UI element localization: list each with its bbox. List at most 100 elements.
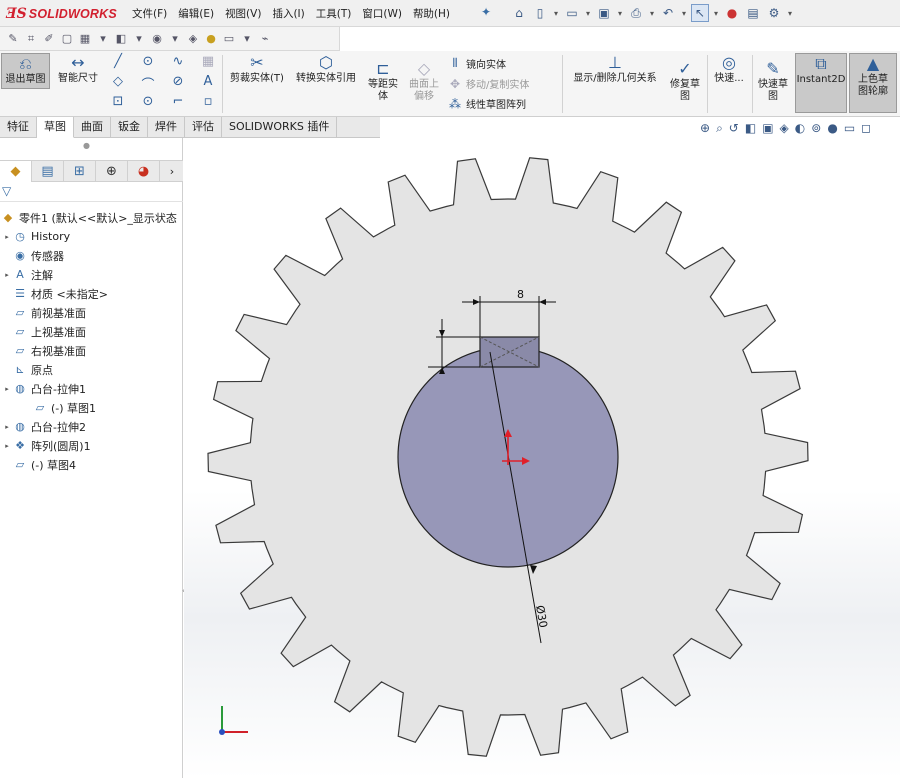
tree-item[interactable]: ▸ A 注解 — [0, 265, 183, 284]
rapid-sketch-button[interactable]: ✎ 快速草 图 — [754, 59, 792, 109]
appearance-icon[interactable]: ◈ — [186, 32, 200, 45]
chevron-down-icon[interactable]: ▾ — [168, 32, 182, 45]
tab-addins[interactable]: SOLIDWORKS 插件 — [222, 117, 338, 138]
menu-tools[interactable]: 工具(T) — [316, 6, 352, 21]
graphics-area[interactable]: 8 Ø30 — [184, 138, 900, 778]
chevron-down-icon[interactable]: ▾ — [132, 32, 146, 45]
select-cursor-icon[interactable]: ↖ — [691, 4, 709, 22]
circle-icon[interactable]: ⊙ — [140, 54, 156, 69]
offset-on-surface-button[interactable]: ◇ 曲面上 偏移 — [405, 59, 443, 109]
chevron-down-icon[interactable]: ▾ — [712, 4, 720, 22]
linear-pattern-button[interactable]: ⁂ 线性草图阵列 — [448, 96, 526, 112]
menu-edit[interactable]: 编辑(E) — [178, 6, 214, 21]
chevron-right-icon[interactable]: › — [161, 161, 183, 181]
new-document-icon[interactable]: ▯ — [531, 4, 549, 22]
solidworks-logo[interactable]: ƎS SOLIDWORKS — [6, 5, 117, 22]
monitor-icon[interactable]: ▭ — [222, 32, 236, 45]
measure-icon[interactable]: ⌗ — [24, 32, 38, 46]
tab-sheet-metal[interactable]: 钣金 — [111, 117, 148, 138]
menu-file[interactable]: 文件(F) — [132, 6, 167, 21]
convert-entities-button[interactable]: ⬡ 转换实体引用 — [290, 53, 362, 89]
appearance-icon[interactable]: ● — [827, 121, 837, 136]
feature-tree-tab-icon[interactable]: ◆ — [0, 161, 32, 182]
tree-item[interactable]: ▱ (-) 草图4 — [0, 455, 183, 474]
view-settings-icon[interactable]: ◻ — [861, 121, 871, 136]
polygon-icon[interactable]: ⊙ — [140, 94, 156, 109]
dynamic-annotation-icon[interactable]: ▣ — [762, 121, 773, 136]
panel-grip-icon[interactable]: ● — [83, 141, 90, 150]
copy-icon[interactable]: ▢ — [60, 32, 74, 45]
previous-view-icon[interactable]: ↺ — [729, 121, 739, 136]
spline-icon[interactable]: ∿ — [170, 54, 186, 69]
tree-item[interactable]: ☰ 材质 <未指定> — [0, 284, 183, 303]
tab-evaluate[interactable]: 评估 — [185, 117, 222, 138]
fillet-icon[interactable]: ⌐ — [170, 94, 186, 109]
chevron-down-icon[interactable]: ▾ — [680, 4, 688, 22]
chevron-down-icon[interactable]: ▾ — [552, 4, 560, 22]
tab-features[interactable]: 特征 — [0, 117, 37, 138]
wrench-icon[interactable]: ✎ — [6, 32, 20, 45]
color-ball-icon[interactable]: ● — [204, 32, 218, 45]
view-orientation-icon[interactable]: ◈ — [780, 121, 789, 136]
repair-sketch-button[interactable]: ✓ 修复草 图 — [666, 59, 704, 109]
hide-show-icon[interactable]: ⊚ — [811, 121, 821, 136]
trim-entities-button[interactable]: ✂ 剪裁实体(T) — [228, 53, 286, 89]
pencil-icon[interactable]: ✐ — [42, 32, 56, 45]
grid-icon[interactable]: ▦ — [200, 54, 216, 69]
tree-item[interactable]: ▱ 上视基准面 — [0, 322, 183, 341]
expand-arrow-icon[interactable]: ▸ — [2, 271, 12, 279]
property-manager-tab-icon[interactable]: ▤ — [32, 161, 64, 182]
home-icon[interactable]: ⌂ — [510, 4, 528, 22]
chevron-down-icon[interactable]: ▾ — [584, 4, 592, 22]
tab-sketch[interactable]: 草图 — [37, 117, 74, 138]
menu-window[interactable]: 窗口(W) — [362, 6, 402, 21]
exit-sketch-button[interactable]: ⎌ 退出草图 — [1, 53, 50, 89]
gear-icon[interactable]: ⚙ — [765, 4, 783, 22]
tree-item[interactable]: ▸ ◷ History — [0, 227, 183, 246]
tab-weldments[interactable]: 焊件 — [148, 117, 185, 138]
chevron-down-icon[interactable]: ▾ — [96, 32, 110, 45]
arc-icon[interactable]: ⌒ — [140, 74, 156, 93]
layers-icon[interactable]: ▦ — [78, 32, 92, 45]
rectangle-icon[interactable]: ◇ — [110, 74, 126, 89]
tab-surfaces[interactable]: 曲面 — [74, 117, 111, 138]
eye-icon[interactable]: ◉ — [150, 32, 164, 45]
cube-view-icon[interactable]: ◧ — [114, 32, 128, 45]
expand-arrow-icon[interactable]: ▸ — [2, 233, 12, 241]
undo-icon[interactable]: ↶ — [659, 4, 677, 22]
expand-arrow-icon[interactable]: ▸ — [2, 442, 12, 450]
scene-icon[interactable]: ▭ — [844, 121, 855, 136]
chevron-down-icon[interactable]: ▾ — [786, 4, 794, 22]
tree-item[interactable]: ▸ ◍ 凸台-拉伸2 — [0, 417, 183, 436]
tree-item[interactable]: ▱ 右视基准面 — [0, 341, 183, 360]
tree-item[interactable]: ▱ 前视基准面 — [0, 303, 183, 322]
tree-root[interactable]: ◆ 零件1 (默认<<默认>_显示状态 — [0, 208, 183, 227]
sketch-canvas[interactable]: 8 Ø30 — [184, 138, 900, 778]
print-icon[interactable]: ⎙ — [627, 4, 645, 22]
chevron-down-icon[interactable]: ▾ — [616, 4, 624, 22]
display-style-icon[interactable]: ◐ — [795, 121, 805, 136]
offset-entities-button[interactable]: ⊏ 等距实 体 — [364, 59, 402, 109]
tree-item[interactable]: ◉ 传感器 — [0, 246, 183, 265]
ellipse-icon[interactable]: ⊘ — [170, 74, 186, 89]
tree-filter[interactable]: ▽ — [0, 182, 183, 202]
chevron-down-icon[interactable]: ▾ — [240, 32, 254, 45]
quick-snaps-button[interactable]: ◎ 快速... — [709, 53, 749, 89]
mirror-entities-button[interactable]: ⫴ 镜向实体 — [448, 56, 506, 71]
open-folder-icon[interactable]: ▭ — [563, 4, 581, 22]
tree-item[interactable]: ▱ (-) 草图1 — [0, 398, 183, 417]
scene-icon[interactable]: ⌁ — [258, 32, 272, 45]
chevron-down-icon[interactable]: ▾ — [648, 4, 656, 22]
text-icon[interactable]: A — [200, 74, 216, 89]
menu-insert[interactable]: 插入(I) — [272, 6, 304, 21]
expand-arrow-icon[interactable]: ▸ — [2, 385, 12, 393]
tree-item[interactable]: ▸ ❖ 阵列(圆周)1 — [0, 436, 183, 455]
tree-item[interactable]: ⊾ 原点 — [0, 360, 183, 379]
display-manager-tab-icon[interactable]: ◕ — [128, 161, 160, 182]
line-icon[interactable]: ╱ — [110, 54, 126, 69]
instant2d-button[interactable]: ⧉ Instant2D — [795, 53, 847, 113]
width-dimension[interactable]: 8 — [517, 288, 524, 301]
section-view-icon[interactable]: ◧ — [745, 121, 756, 136]
shaded-sketch-button[interactable]: ▲ 上色草 图轮廓 — [849, 53, 897, 113]
tree-item[interactable]: ▸ ◍ 凸台-拉伸1 — [0, 379, 183, 398]
